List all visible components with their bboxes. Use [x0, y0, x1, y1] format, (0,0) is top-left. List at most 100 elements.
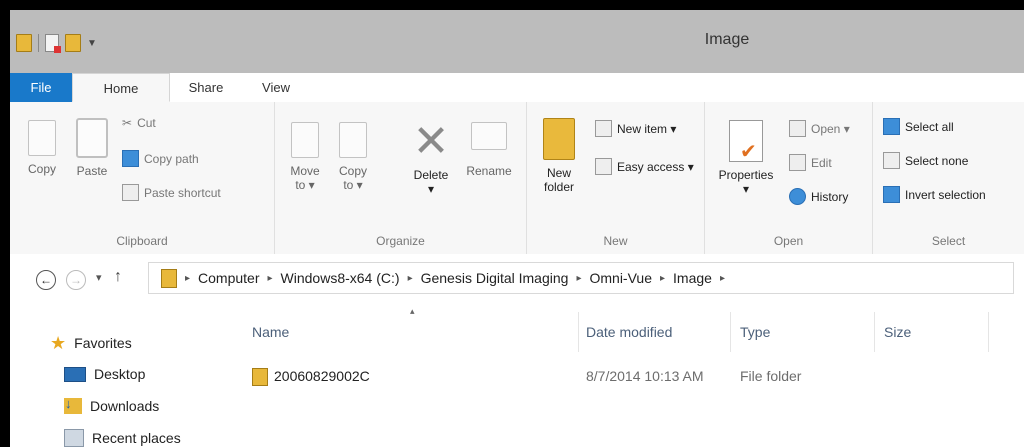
open-button[interactable]: Open ▾	[789, 120, 850, 137]
recent-locations-chevron-icon[interactable]: ▾	[96, 271, 102, 284]
move-to-button[interactable]: Move to ▾	[285, 122, 325, 192]
rename-label: Rename	[466, 164, 512, 178]
copy-to-icon	[339, 122, 367, 158]
breadcrumb-chevron-icon[interactable]: ▸	[576, 273, 581, 284]
address-area: ← → ▾ ↑ ▸ Computer ▸ Windows8-x64 (C:) ▸…	[10, 254, 1024, 302]
folder-icon	[543, 118, 575, 160]
delete-button[interactable]: ✕ Delete ▾	[403, 117, 459, 197]
breadcrumb-chevron-icon[interactable]: ▸	[408, 273, 413, 284]
downloads-icon	[64, 396, 82, 414]
tab-view[interactable]: View	[246, 73, 306, 102]
downloads-label: Downloads	[90, 398, 160, 414]
delete-x-icon: ✕	[412, 117, 450, 166]
edit-button[interactable]: Edit	[789, 154, 832, 171]
group-select: Select all Select none Invert selection …	[873, 102, 1024, 254]
select-none-label: Select none	[905, 153, 969, 168]
history-button[interactable]: History	[789, 188, 848, 205]
clipboard-icon	[76, 118, 108, 158]
group-label-clipboard: Clipboard	[116, 234, 168, 248]
copy-to-label: Copy	[338, 164, 367, 178]
folder-icon	[252, 368, 268, 387]
rename-button[interactable]: Rename	[461, 122, 517, 178]
copy-icon	[28, 120, 56, 156]
title-bar: ▼ Image	[10, 10, 1024, 73]
group-label-new: New	[603, 234, 628, 248]
copy-path-button[interactable]: Copy path	[122, 150, 199, 167]
invert-selection-icon	[883, 186, 900, 203]
properties-icon	[729, 120, 763, 164]
copy-to-button[interactable]: Copy to ▾	[333, 122, 373, 192]
easy-access-button[interactable]: Easy access ▾	[595, 158, 694, 175]
paste-button[interactable]: Paste	[70, 118, 114, 178]
copy-button[interactable]: Copy	[22, 120, 62, 176]
nav-favorites[interactable]: ★ Favorites	[50, 334, 132, 352]
properties-dropdown-arrow: ▾	[742, 182, 750, 196]
nav-desktop[interactable]: Desktop	[64, 366, 145, 382]
open-icon	[789, 120, 806, 137]
breadcrumb-chevron-icon[interactable]: ▸	[185, 273, 190, 284]
nav-recent-places[interactable]: Recent places	[64, 429, 181, 447]
favorites-label: Favorites	[74, 335, 132, 351]
column-header-size[interactable]: Size	[884, 324, 911, 340]
up-button[interactable]: ↑	[114, 268, 122, 286]
breadcrumb-chevron-icon[interactable]: ▸	[660, 273, 665, 284]
select-none-icon	[883, 152, 900, 169]
paste-shortcut-button[interactable]: Paste shortcut	[122, 184, 221, 201]
new-item-button[interactable]: New item ▾	[595, 120, 676, 137]
select-all-button[interactable]: Select all	[883, 118, 954, 135]
history-icon	[789, 188, 806, 205]
easy-access-label: Easy access ▾	[617, 159, 694, 174]
breadcrumb-chevron-icon[interactable]: ▸	[268, 273, 273, 284]
new-folder-button[interactable]: New folder	[537, 118, 581, 194]
recent-places-icon	[64, 429, 84, 447]
select-none-button[interactable]: Select none	[883, 152, 968, 169]
breadcrumb-drive[interactable]: Windows8-x64 (C:)	[281, 270, 400, 286]
breadcrumb-omnivue[interactable]: Omni-Vue	[589, 270, 652, 286]
easy-access-icon	[595, 158, 612, 175]
desktop-label: Desktop	[94, 366, 146, 382]
column-divider[interactable]	[730, 312, 731, 352]
copy-path-icon	[122, 150, 139, 167]
recent-places-label: Recent places	[92, 430, 181, 446]
invert-selection-button[interactable]: Invert selection	[883, 186, 986, 203]
new-folder-label-2: folder	[543, 180, 575, 194]
select-all-icon	[883, 118, 900, 135]
column-header-type[interactable]: Type	[740, 324, 770, 340]
folder-icon	[161, 268, 177, 288]
tab-share[interactable]: Share	[176, 73, 236, 102]
properties-button[interactable]: Properties ▾	[711, 120, 781, 196]
window-title: Image	[704, 31, 750, 48]
scissors-icon: ✂	[122, 116, 133, 130]
nav-downloads[interactable]: Downloads	[64, 396, 160, 414]
tab-file[interactable]: File	[10, 73, 72, 102]
file-row-type: File folder	[740, 368, 802, 384]
breadcrumb-image[interactable]: Image	[673, 270, 712, 286]
invert-selection-label: Invert selection	[905, 187, 986, 202]
address-bar[interactable]: ▸ Computer ▸ Windows8-x64 (C:) ▸ Genesis…	[148, 262, 1014, 294]
column-header-date-modified[interactable]: Date modified	[586, 324, 672, 340]
column-divider[interactable]	[988, 312, 989, 352]
file-row-date: 8/7/2014 10:13 AM	[586, 368, 704, 384]
cut-button[interactable]: ✂ Cut	[122, 116, 156, 130]
move-to-label-2: to ▾	[295, 178, 315, 192]
new-folder-label: New	[546, 166, 571, 180]
breadcrumb-computer[interactable]: Computer	[198, 270, 259, 286]
file-row-name[interactable]: 20060829002C	[252, 368, 370, 387]
ribbon-tabs: File Home Share View	[10, 73, 1024, 103]
group-label-select: Select	[931, 234, 966, 248]
cut-label: Cut	[137, 116, 156, 130]
back-button[interactable]: ←	[36, 270, 56, 290]
copy-path-label: Copy path	[144, 151, 199, 166]
move-to-icon	[291, 122, 319, 158]
paste-label: Paste	[76, 164, 108, 178]
desktop-icon	[64, 366, 86, 382]
breadcrumb-chevron-icon[interactable]: ▸	[720, 273, 725, 284]
forward-button[interactable]: →	[66, 270, 86, 290]
breadcrumb-genesis[interactable]: Genesis Digital Imaging	[421, 270, 569, 286]
copy-to-label-2: to ▾	[343, 178, 363, 192]
column-header-name[interactable]: Name	[252, 324, 289, 340]
column-divider[interactable]	[874, 312, 875, 352]
rename-icon	[471, 122, 507, 150]
tab-home[interactable]: Home	[72, 73, 170, 102]
column-divider[interactable]	[578, 312, 579, 352]
